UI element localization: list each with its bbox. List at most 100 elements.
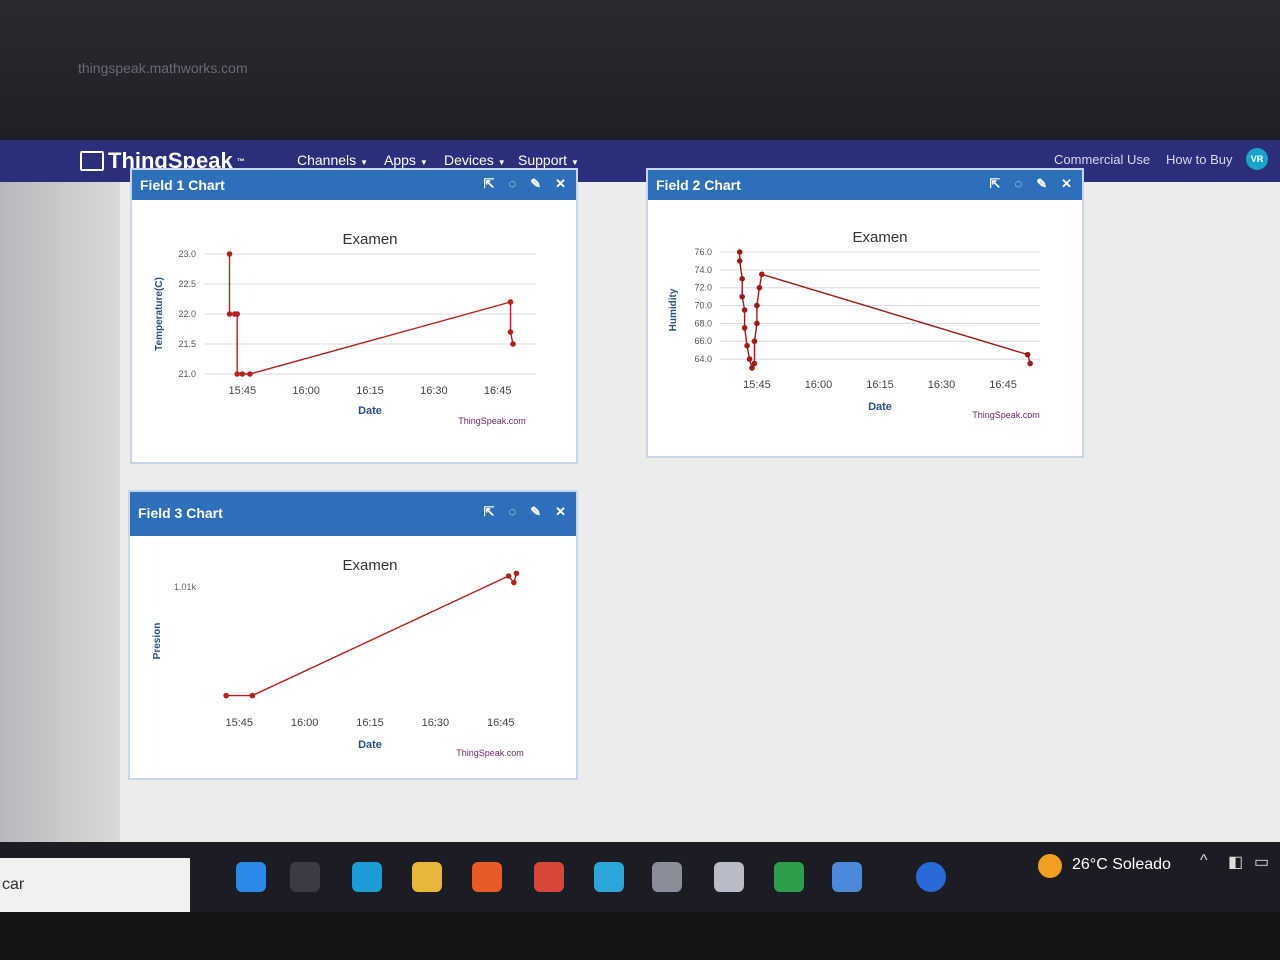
card-title: Field 1 Chart: [140, 177, 225, 193]
address-bar[interactable]: thingspeak.mathworks.com: [78, 60, 248, 76]
app-icon[interactable]: [236, 862, 266, 892]
y-tick-label: 66.0: [694, 336, 712, 346]
laptop-bezel: [0, 912, 1280, 960]
thingspeak-credit: ThingSpeak.com: [458, 416, 526, 426]
thingspeak-credit: ThingSpeak.com: [456, 748, 524, 758]
pencil-icon[interactable]: ✎: [530, 176, 541, 192]
card-title: Field 3 Chart: [138, 505, 223, 521]
card-header: Field 3 Chart ⇱ ◌ ✎ ✕: [130, 492, 576, 536]
card-header: Field 1 Chart ⇱ ◌ ✎ ✕: [132, 170, 576, 200]
data-point: [510, 341, 516, 347]
external-link-icon[interactable]: ⇱: [484, 504, 495, 520]
field-3-card: Field 3 Chart ⇱ ◌ ✎ ✕ Examen 1.01k 15:45 16…: [128, 490, 578, 780]
nav-apps[interactable]: Apps ▼: [384, 152, 428, 168]
brave-icon[interactable]: [472, 862, 502, 892]
pencil-icon[interactable]: ✎: [530, 504, 541, 520]
data-point: [507, 299, 514, 305]
data-point: [756, 284, 763, 291]
data-point: [223, 692, 229, 699]
battery-icon[interactable]: ▭: [1254, 852, 1269, 872]
data-point: [1027, 360, 1033, 367]
data-point: [226, 251, 233, 257]
help-icon[interactable]: [916, 862, 946, 892]
task-view-icon[interactable]: [290, 862, 320, 892]
y-axis-label: Presion: [152, 623, 163, 660]
field-2-card: Field 2 Chart ⇱ ◌ ✎ ✕ Examen 64.0 66.0 68.0…: [646, 168, 1084, 458]
x-tick-label: 16:45: [487, 717, 515, 729]
x-tick-label: 15:45: [229, 385, 257, 397]
app-icon[interactable]: [714, 862, 744, 892]
x-tick-label: 16:15: [356, 385, 384, 397]
caret-down-icon: ▼: [419, 158, 428, 167]
y-tick-label: 23.0: [178, 249, 196, 259]
chrome-icon[interactable]: [774, 862, 804, 892]
y-tick-label: 76.0: [694, 247, 712, 257]
y-axis-label: Humidity: [668, 288, 679, 331]
thingspeak-credit: ThingSpeak.com: [972, 410, 1040, 420]
pencil-icon[interactable]: ✎: [1036, 176, 1047, 192]
x-axis-label: Date: [868, 401, 892, 413]
speech-bubble-icon: [80, 151, 104, 171]
data-point: [741, 307, 748, 313]
data-point: [739, 293, 745, 300]
x-tick-label: 16:45: [484, 385, 512, 397]
external-link-icon[interactable]: ⇱: [990, 176, 1001, 192]
chrome-icon[interactable]: [534, 862, 564, 892]
screen-glare: [0, 182, 120, 842]
nav-commercial-use[interactable]: Commercial Use: [1054, 152, 1150, 167]
data-point: [754, 302, 760, 309]
nav-devices[interactable]: Devices ▼: [444, 152, 506, 168]
taskbar-search[interactable]: car: [0, 858, 190, 912]
arduino-icon[interactable]: [594, 862, 624, 892]
data-point: [513, 570, 520, 577]
data-point: [234, 371, 240, 377]
y-tick-label: 1.01k: [174, 582, 197, 592]
comment-icon[interactable]: ◌: [1014, 176, 1022, 192]
caret-down-icon: ▼: [497, 158, 506, 167]
comment-icon[interactable]: ◌: [508, 176, 516, 192]
browser-chrome: thingspeak.mathworks.com: [0, 0, 1280, 140]
x-axis-label: Date: [358, 405, 382, 417]
data-point: [239, 371, 246, 377]
chevron-up-icon[interactable]: ^: [1200, 852, 1208, 870]
data-point: [511, 579, 517, 586]
data-point: [741, 325, 748, 331]
data-point: [736, 249, 743, 255]
user-avatar[interactable]: VR: [1246, 148, 1268, 170]
nav-support[interactable]: Support ▼: [518, 152, 579, 168]
x-tick-label: 16:00: [292, 385, 320, 397]
network-icon[interactable]: ◧: [1228, 852, 1243, 872]
weather-text[interactable]: 26°C Soleado: [1072, 856, 1171, 874]
nav-how-to-buy[interactable]: How to Buy: [1166, 152, 1232, 167]
card-title: Field 2 Chart: [656, 177, 741, 193]
field-1-card: Field 1 Chart ⇱ ◌ ✎ ✕ Examen 21.0 21.5 22.0…: [130, 168, 578, 464]
close-icon[interactable]: ✕: [555, 176, 566, 192]
external-link-icon[interactable]: ⇱: [484, 176, 495, 192]
card-header: Field 2 Chart ⇱ ◌ ✎ ✕: [648, 170, 1082, 200]
edge-icon[interactable]: [352, 862, 382, 892]
y-tick-label: 68.0: [694, 318, 712, 328]
field-2-chart: Examen 64.0 66.0 68.0 70.0 72.0 74.0 76.0 15:45 1…: [656, 210, 1072, 446]
x-tick-label: 16:30: [420, 385, 448, 397]
data-point: [751, 360, 758, 367]
data-point: [226, 311, 233, 317]
x-tick-label: 16:15: [356, 717, 384, 729]
data-point: [746, 356, 753, 362]
y-tick-label: 22.5: [178, 279, 196, 289]
app-icon[interactable]: [832, 862, 862, 892]
data-point: [751, 338, 758, 345]
caret-down-icon: ▼: [571, 158, 579, 167]
series-line: [226, 573, 518, 697]
data-point: [247, 371, 253, 377]
comment-icon[interactable]: ◌: [508, 504, 516, 520]
app-icon[interactable]: [652, 862, 682, 892]
data-point: [744, 342, 750, 349]
y-axis-label: Temperature(C): [154, 277, 165, 351]
nav-channels[interactable]: Channels ▼: [297, 152, 368, 168]
data-point: [507, 329, 514, 335]
close-icon[interactable]: ✕: [555, 504, 566, 520]
y-tick-label: 21.0: [178, 369, 196, 379]
y-tick-label: 21.5: [178, 339, 196, 349]
close-icon[interactable]: ✕: [1061, 176, 1072, 192]
file-explorer-icon[interactable]: [412, 862, 442, 892]
